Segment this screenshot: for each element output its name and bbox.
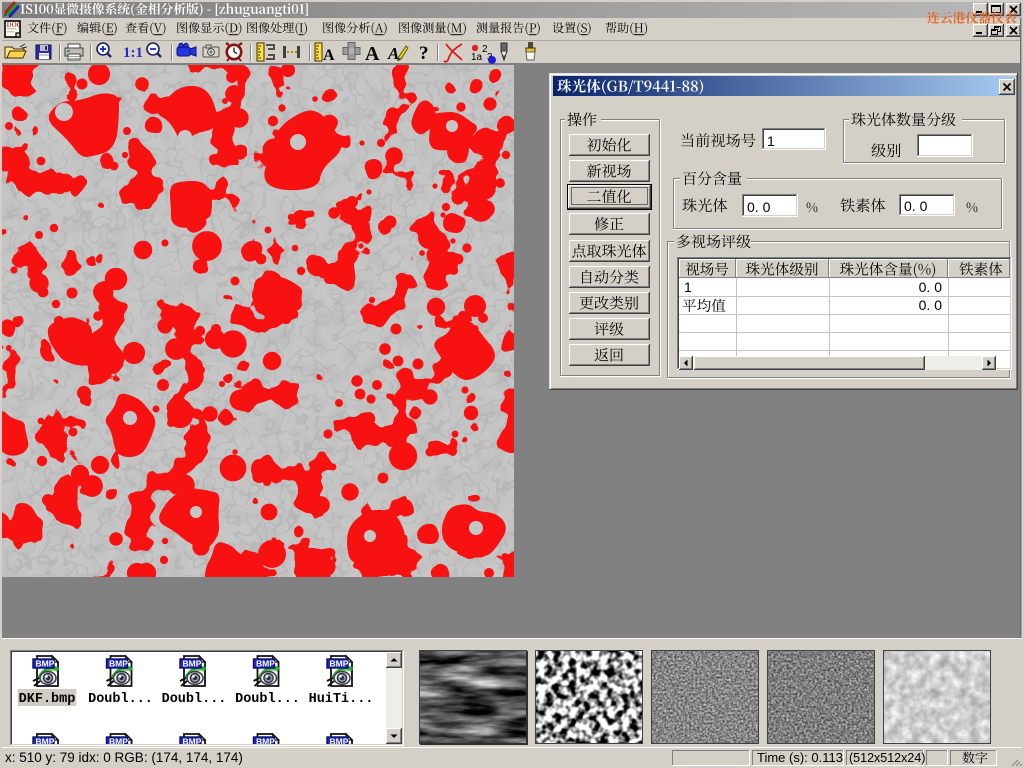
svg-text:Doubl...: Doubl... <box>88 692 153 707</box>
svg-text:Doubl...: Doubl... <box>162 692 227 707</box>
svg-text:0. 0: 0. 0 <box>919 279 943 295</box>
svg-text:Doubl...: Doubl... <box>235 692 300 707</box>
svg-text:HuiTi...: HuiTi... <box>309 692 374 707</box>
svg-text:Time (s): 0.113: Time (s): 0.113 <box>757 750 843 765</box>
svg-text:?: ? <box>419 43 429 64</box>
svg-text:1: 1 <box>684 279 692 295</box>
svg-text:BMP: BMP <box>109 659 128 669</box>
svg-text:1a: 1a <box>471 52 483 63</box>
svg-text:A: A <box>323 47 335 64</box>
svg-text:x: 510 y: 79 idx: 0 RGB: (17: x: 510 y: 79 idx: 0 RGB: (174, 174, 174) <box>5 750 243 765</box>
svg-text:BMP: BMP <box>183 659 202 669</box>
svg-text:0. 0: 0. 0 <box>904 198 928 214</box>
svg-text:(512x512x24): (512x512x24) <box>849 751 925 765</box>
svg-text:BMP: BMP <box>36 659 55 669</box>
svg-text:1: 1 <box>767 133 775 149</box>
svg-text:DKF.bmp: DKF.bmp <box>19 692 76 707</box>
svg-text:BMP: BMP <box>256 659 275 669</box>
svg-text:0. 0: 0. 0 <box>919 297 943 313</box>
svg-text:1:1: 1:1 <box>123 45 143 61</box>
svg-text:BMP: BMP <box>330 659 349 669</box>
svg-text:A: A <box>365 43 380 65</box>
svg-text:0. 0: 0. 0 <box>747 199 771 215</box>
